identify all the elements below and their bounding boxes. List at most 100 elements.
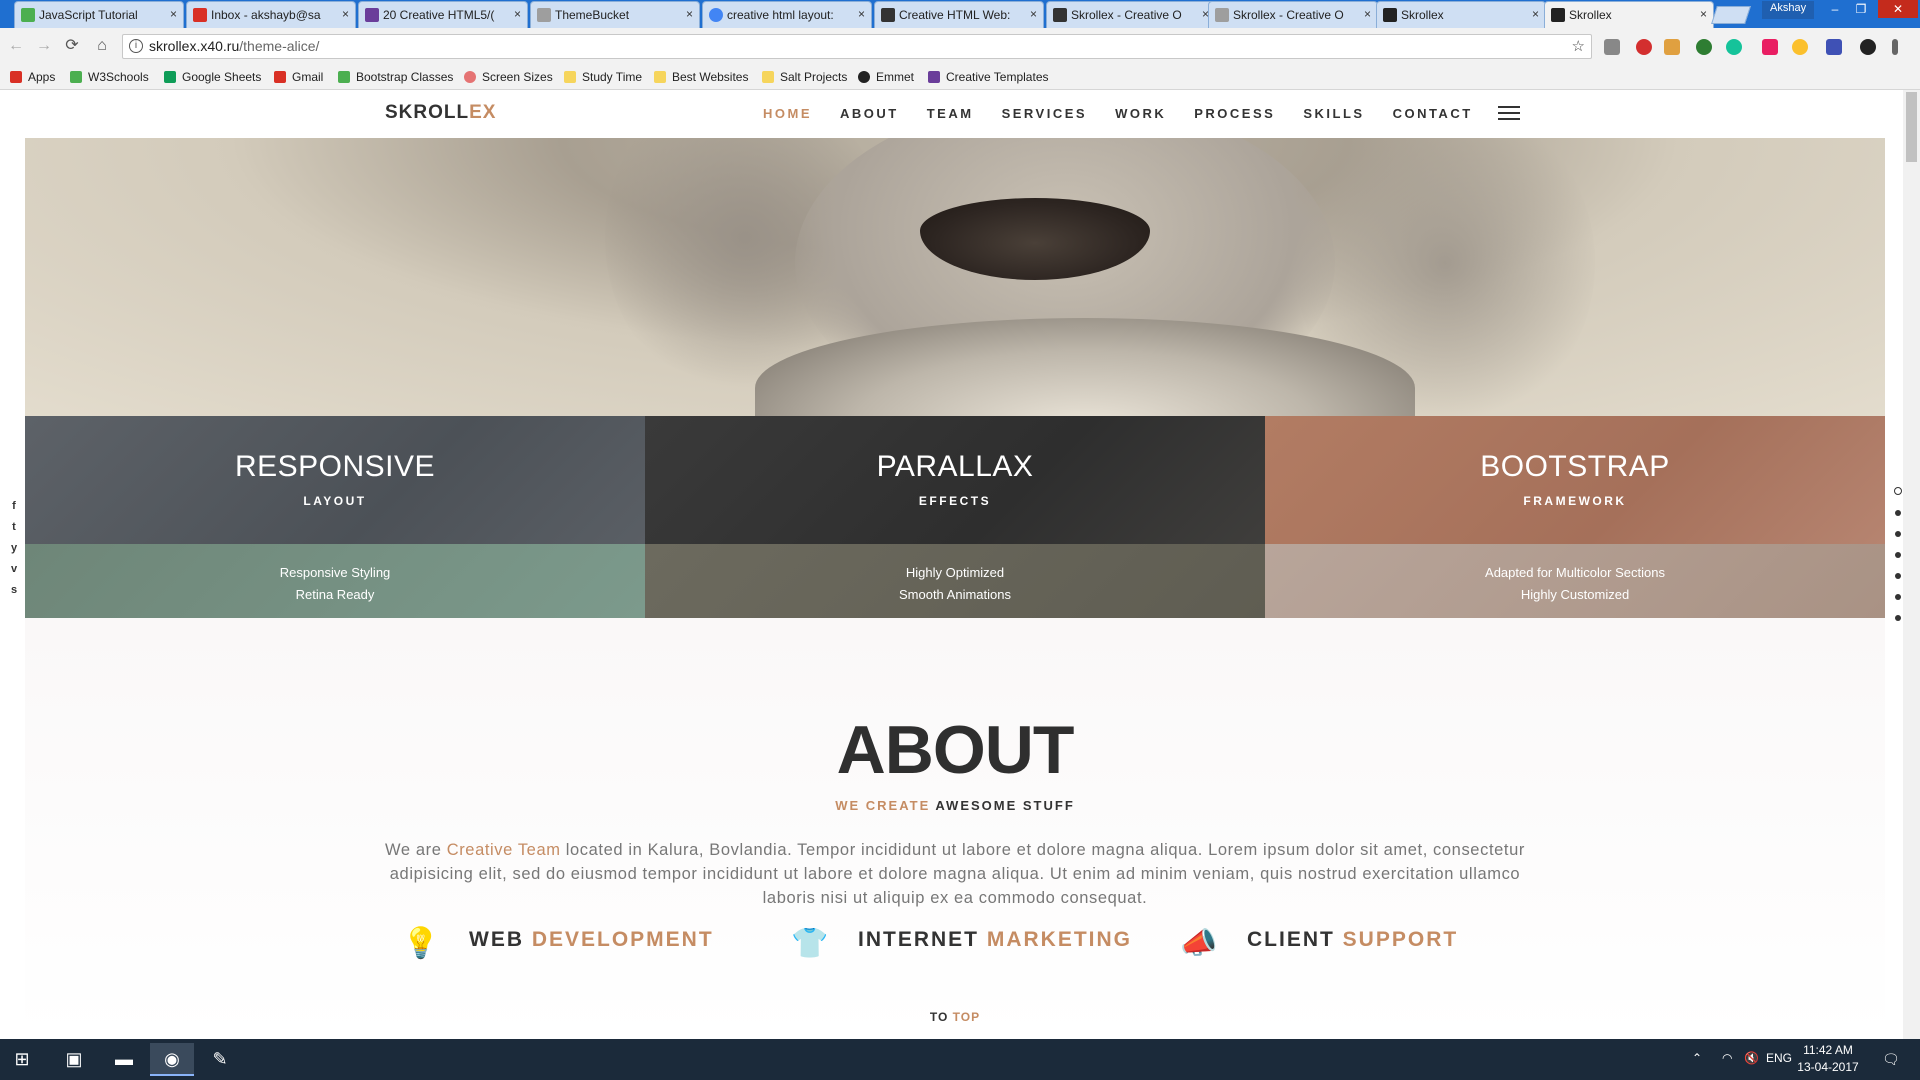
section-dot-active[interactable] (1894, 487, 1902, 495)
menu-about[interactable]: ABOUT (840, 106, 899, 121)
bookmark-study-time[interactable]: Study Time (564, 70, 642, 84)
close-tab-icon[interactable]: × (686, 7, 693, 21)
chrome-menu-icon[interactable] (1892, 39, 1898, 55)
menu-team[interactable]: TEAM (927, 106, 974, 121)
extension-star-icon[interactable] (1792, 39, 1808, 55)
minimize-button[interactable]: ‒ (1822, 0, 1848, 18)
bookmark-google-sheets[interactable]: Google Sheets (164, 70, 261, 84)
folder-icon (654, 71, 666, 83)
extension-green-dot-icon[interactable] (1696, 39, 1712, 55)
grammarly-icon[interactable] (1726, 39, 1742, 55)
tab-skrollex[interactable]: Skrollex × (1376, 1, 1546, 28)
close-window-button[interactable]: ✕ (1878, 0, 1918, 18)
bookmark-creative-templates[interactable]: Creative Templates (928, 70, 1049, 84)
close-tab-icon[interactable]: × (1532, 7, 1539, 21)
tab-skrollex-creative-1[interactable]: Skrollex - Creative O × (1046, 1, 1216, 28)
menu-process[interactable]: PROCESS (1194, 106, 1275, 121)
section-dot[interactable] (1895, 552, 1901, 558)
system-clock[interactable]: 11:42 AM 13-04-2017 (1796, 1042, 1860, 1076)
close-tab-icon[interactable]: × (858, 7, 865, 21)
twitter-icon[interactable]: t (8, 521, 20, 533)
bookmark-star-icon[interactable]: ☆ (1572, 37, 1585, 55)
section-dot[interactable] (1895, 510, 1901, 516)
section-dot[interactable] (1895, 615, 1901, 621)
site-info-icon[interactable]: i (129, 39, 143, 53)
windows-start-icon[interactable]: ⊞ (0, 1043, 44, 1076)
w3schools-favicon-icon (21, 8, 35, 22)
feature-line: Smooth Animations (898, 587, 1011, 602)
feature-title: BOOTSTRAP (1480, 450, 1670, 483)
youtube-icon[interactable]: y (8, 542, 20, 554)
extension-recycle-icon[interactable] (1604, 39, 1620, 55)
page-scrollbar[interactable] (1903, 90, 1920, 1039)
bookmark-best-websites[interactable]: Best Websites (654, 70, 748, 84)
tab-google-search[interactable]: creative html layout: × (702, 1, 872, 28)
profile-button[interactable]: Akshay (1762, 1, 1815, 19)
tab-gmail-inbox[interactable]: Inbox - akshayb@sa × (186, 1, 356, 28)
chrome-taskbar-icon[interactable]: ◉ (150, 1043, 194, 1076)
bookmarks-bar: Apps W3Schools Google Sheets Gmail Boots… (0, 64, 1920, 90)
tab-javascript-tutorial[interactable]: JavaScript Tutorial × (14, 1, 184, 28)
about-subheading: WE CREATE AWESOME STUFF (835, 798, 1075, 813)
tab-creative-html5[interactable]: 20 Creative HTML5/(× (358, 1, 528, 28)
menu-contact[interactable]: CONTACT (1393, 106, 1473, 121)
extension-pin-icon[interactable] (1664, 39, 1680, 55)
feature-line: Highly Optimized (905, 565, 1005, 580)
wifi-icon[interactable]: ◠ (1722, 1051, 1732, 1065)
bookmark-w3schools[interactable]: W3Schools (70, 70, 149, 84)
notifications-icon[interactable]: 🗨 (1882, 1051, 1900, 1068)
to-top-link[interactable]: TO TOP (25, 1010, 1885, 1024)
tab-skrollex-creative-2[interactable]: Skrollex - Creative O × (1208, 1, 1378, 28)
extension-dark-icon[interactable] (1860, 39, 1876, 55)
vimeo-icon[interactable]: v (8, 563, 20, 575)
tray-chevron-icon[interactable]: ⌃ (1692, 1051, 1702, 1065)
home-button[interactable]: ⌂ (92, 36, 112, 56)
feature-subtitle: EFFECTS (918, 494, 992, 508)
volume-muted-icon[interactable]: 🔇 (1744, 1051, 1759, 1065)
bookmark-salt-projects[interactable]: Salt Projects (762, 70, 847, 84)
bookmark-screen-sizes[interactable]: Screen Sizes (464, 70, 553, 84)
close-tab-icon[interactable]: × (1030, 7, 1037, 21)
close-tab-icon[interactable]: × (1364, 7, 1371, 21)
section-dot[interactable] (1895, 594, 1901, 600)
bookmark-emmet[interactable]: Emmet (858, 70, 914, 84)
forward-button[interactable]: → (34, 36, 54, 56)
app-launcher-icon[interactable]: ▣ (52, 1043, 96, 1076)
hamburger-menu-icon[interactable] (1498, 106, 1520, 122)
templates-icon (928, 71, 940, 83)
tab-themebucket[interactable]: ThemeBucket × (530, 1, 700, 28)
section-dot[interactable] (1895, 573, 1901, 579)
tab-creative-html-web[interactable]: Creative HTML Web: × (874, 1, 1044, 28)
bookmark-apps[interactable]: Apps (10, 70, 55, 84)
close-tab-icon[interactable]: × (170, 7, 177, 21)
skype-icon[interactable]: s (8, 584, 20, 596)
file-explorer-icon[interactable]: ▬ (102, 1043, 146, 1076)
address-bar[interactable]: i skrollex.x40.ru/theme-alice/ ☆ (122, 34, 1592, 59)
back-button[interactable]: ← (6, 36, 26, 56)
adblock-plus-icon[interactable] (1636, 39, 1652, 55)
section-dot[interactable] (1895, 531, 1901, 537)
close-tab-icon[interactable]: × (514, 7, 521, 21)
site-logo[interactable]: SKROLLEX (385, 102, 496, 124)
menu-work[interactable]: WORK (1115, 106, 1166, 121)
facebook-icon[interactable]: f (8, 500, 20, 512)
url-host: skrollex.x40.ru (149, 38, 240, 54)
social-links: f t y v s (8, 500, 20, 605)
menu-services[interactable]: SERVICES (1002, 106, 1088, 121)
extension-color-icon[interactable] (1762, 39, 1778, 55)
tab-skrollex-active[interactable]: Skrollex × (1544, 1, 1714, 29)
new-tab-button[interactable] (1711, 6, 1751, 24)
scrollbar-thumb[interactable] (1906, 92, 1917, 162)
bookmark-bootstrap-classes[interactable]: Bootstrap Classes (338, 70, 453, 84)
maximize-button[interactable]: ❐ (1848, 0, 1874, 18)
menu-skills[interactable]: SKILLS (1303, 106, 1364, 121)
close-tab-icon[interactable]: × (1700, 7, 1707, 21)
menu-home[interactable]: HOME (763, 106, 812, 121)
app-taskbar-icon[interactable]: ✎ (198, 1043, 242, 1076)
url-path: /theme-alice/ (239, 38, 320, 54)
extension-v-icon[interactable] (1826, 39, 1842, 55)
bookmark-gmail[interactable]: Gmail (274, 70, 323, 84)
language-indicator[interactable]: ENG (1766, 1051, 1792, 1065)
reload-button[interactable]: ⟳ (62, 36, 82, 56)
close-tab-icon[interactable]: × (342, 7, 349, 21)
